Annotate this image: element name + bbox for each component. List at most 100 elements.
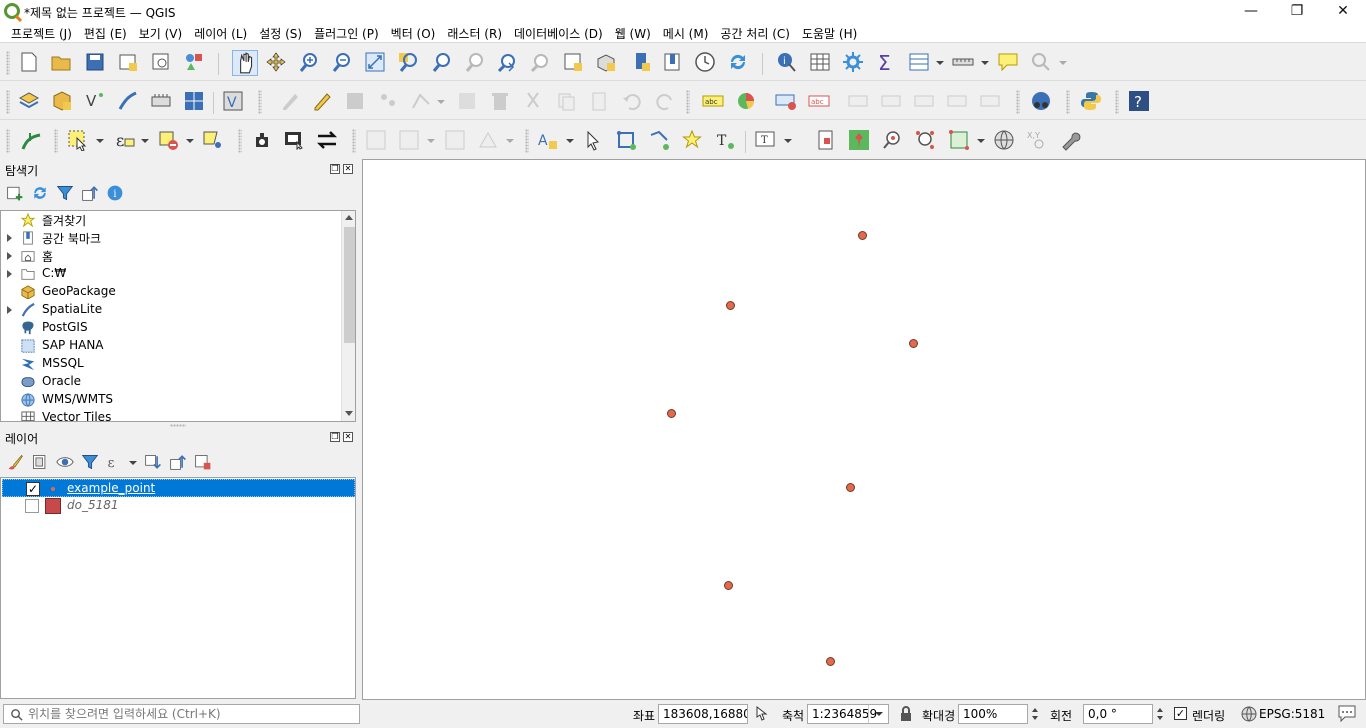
toggle-editing-icon[interactable] xyxy=(311,90,333,112)
open-project-icon[interactable] xyxy=(50,51,72,73)
new-map-view-icon[interactable] xyxy=(562,51,584,73)
menu-processing[interactable]: 공간 처리 (C) xyxy=(714,22,796,45)
browser-item-postgis[interactable]: PostGIS xyxy=(1,319,341,337)
show-layout-icon[interactable] xyxy=(815,129,837,151)
layer-row-example-point[interactable]: ✓ example_point xyxy=(2,479,355,497)
rotation-field[interactable]: 0,0 ° xyxy=(1083,704,1153,724)
identify-features-icon[interactable]: i xyxy=(776,51,798,73)
add-selected-layers-icon[interactable] xyxy=(6,184,24,202)
extent-selector-icon[interactable] xyxy=(948,129,970,151)
menu-database[interactable]: 데이터베이스 (D) xyxy=(508,22,609,45)
coordinate-field[interactable]: 183608,168800 xyxy=(658,704,748,724)
new-virtual-layer-icon[interactable] xyxy=(183,90,205,112)
highlight-pinned-labels-icon[interactable] xyxy=(775,90,797,112)
menu-plugins[interactable]: 플러그인 (P) xyxy=(308,22,385,45)
menu-edit[interactable]: 편집 (E) xyxy=(78,22,133,45)
layers-tree[interactable]: ✓ example_point do_5181 xyxy=(0,477,356,699)
zoom-to-selection-icon[interactable] xyxy=(397,51,419,73)
web-globe-icon[interactable] xyxy=(993,129,1015,151)
add-vector-tile-layer-icon[interactable]: V xyxy=(222,90,244,112)
pan-map-icon[interactable] xyxy=(232,50,258,76)
create-marker-annotation-icon[interactable] xyxy=(681,129,703,151)
zoom-to-layer-icon[interactable] xyxy=(430,51,452,73)
new-spatial-bookmark-icon[interactable] xyxy=(630,51,652,73)
layer-visibility-checkbox[interactable]: ✓ xyxy=(26,482,40,496)
magnifier-field[interactable]: 100% xyxy=(958,704,1028,724)
filter-by-expression-icon[interactable]: ε xyxy=(106,453,124,471)
screenshot-capture-icon[interactable] xyxy=(251,129,273,151)
create-line-annotation-icon[interactable] xyxy=(648,129,670,151)
panel-splitter[interactable] xyxy=(170,424,186,427)
select-by-expression-icon[interactable]: ε xyxy=(113,129,135,151)
map-tips-icon[interactable] xyxy=(997,51,1019,73)
magnifier-spinner[interactable] xyxy=(1029,704,1041,724)
menu-mesh[interactable]: 메시 (M) xyxy=(657,22,715,45)
quickosm-icon[interactable] xyxy=(1030,90,1052,112)
scrollbar-thumb[interactable] xyxy=(344,227,355,343)
crs-label[interactable]: EPSG:5181 xyxy=(1259,707,1325,721)
close-browser-button[interactable]: ✕ xyxy=(343,164,353,174)
browser-item-spatialite[interactable]: SpatiaLite xyxy=(1,301,341,319)
expand-arrow-icon[interactable] xyxy=(7,252,12,260)
remove-layer-icon[interactable] xyxy=(194,453,212,471)
maximize-button[interactable]: ❐ xyxy=(1274,0,1320,22)
select-by-location-icon[interactable] xyxy=(201,129,223,151)
attribute-table-dropdown-icon[interactable] xyxy=(908,51,930,73)
open-attribute-table-icon[interactable] xyxy=(809,51,831,73)
data-source-manager-icon[interactable] xyxy=(18,90,40,112)
render-checkbox[interactable]: ✓ xyxy=(1174,707,1187,720)
show-spatial-bookmarks-icon[interactable] xyxy=(661,51,683,73)
collapse-all-icon[interactable] xyxy=(81,184,99,202)
refresh-icon[interactable] xyxy=(727,51,749,73)
scale-dropdown-button[interactable] xyxy=(868,705,888,723)
menu-raster[interactable]: 래스터 (R) xyxy=(441,22,508,45)
zoom-to-point-icon[interactable] xyxy=(881,129,903,151)
new-spatialite-layer-icon[interactable] xyxy=(117,90,139,112)
create-point-annotation-icon[interactable] xyxy=(848,129,870,151)
select-area-screenshot-icon[interactable] xyxy=(283,129,305,151)
label-toolbar-icon[interactable]: A xyxy=(537,129,559,151)
manage-map-themes-icon[interactable] xyxy=(56,453,74,471)
plugin-tools-wrench-icon[interactable] xyxy=(1059,129,1081,151)
zoom-out-icon[interactable] xyxy=(331,51,353,73)
map-point-feature[interactable] xyxy=(909,339,918,348)
map-point-feature[interactable] xyxy=(858,231,867,240)
menu-web[interactable]: 웹 (W) xyxy=(609,22,657,45)
statistical-summary-icon[interactable]: Σ xyxy=(875,51,897,73)
menu-view[interactable]: 보기 (V) xyxy=(133,22,188,45)
new-shapefile-layer-icon[interactable]: V xyxy=(84,90,106,112)
zoom-in-icon[interactable] xyxy=(298,51,320,73)
expand-arrow-icon[interactable] xyxy=(7,306,12,314)
enable-properties-widget-icon[interactable]: i xyxy=(106,184,124,202)
open-layer-styling-icon[interactable] xyxy=(6,453,24,471)
undock-browser-button[interactable]: ❐ xyxy=(330,164,340,174)
layer-row-do-5181[interactable]: do_5181 xyxy=(2,497,355,515)
scroll-up-icon[interactable] xyxy=(345,215,353,220)
zoom-to-extent-points-icon[interactable] xyxy=(914,129,936,151)
layer-labeling-options-icon[interactable]: abc xyxy=(702,90,724,112)
close-layers-button[interactable]: ✕ xyxy=(343,432,353,442)
menu-layer[interactable]: 레이어 (L) xyxy=(188,22,253,45)
help-contents-icon[interactable]: ? xyxy=(1128,90,1150,112)
new-3d-map-view-icon[interactable] xyxy=(595,51,617,73)
select-features-icon[interactable] xyxy=(67,129,89,151)
zoom-last-icon[interactable] xyxy=(496,51,518,73)
browser-tree[interactable]: 즐겨찾기 공간 북마크 홈 C:₩ GeoPackage SpatiaLite … xyxy=(0,210,356,422)
expand-all-icon[interactable] xyxy=(144,453,162,471)
style-manager-icon[interactable] xyxy=(183,51,205,73)
toggle-label-display-icon[interactable]: abc xyxy=(808,90,830,112)
menu-settings[interactable]: 설정 (S) xyxy=(253,22,308,45)
messages-icon[interactable] xyxy=(1337,704,1357,722)
browser-item-spatial-bookmarks[interactable]: 공간 북마크 xyxy=(1,229,341,247)
lock-scale-icon[interactable] xyxy=(899,706,913,722)
create-polygon-annotation-icon[interactable] xyxy=(615,129,637,151)
rotation-spinner[interactable] xyxy=(1154,704,1166,724)
layer-visibility-checkbox[interactable] xyxy=(25,499,39,513)
browser-scrollbar[interactable] xyxy=(341,211,355,421)
layer-diagram-options-icon[interactable] xyxy=(735,90,757,112)
scale-combobox[interactable]: 1:2364859 xyxy=(807,704,889,724)
georeferencer-icon[interactable] xyxy=(20,129,42,151)
map-point-feature[interactable] xyxy=(826,657,835,666)
expand-arrow-icon[interactable] xyxy=(7,270,12,278)
browser-item-vector-tiles[interactable]: Vector Tiles xyxy=(1,409,341,421)
